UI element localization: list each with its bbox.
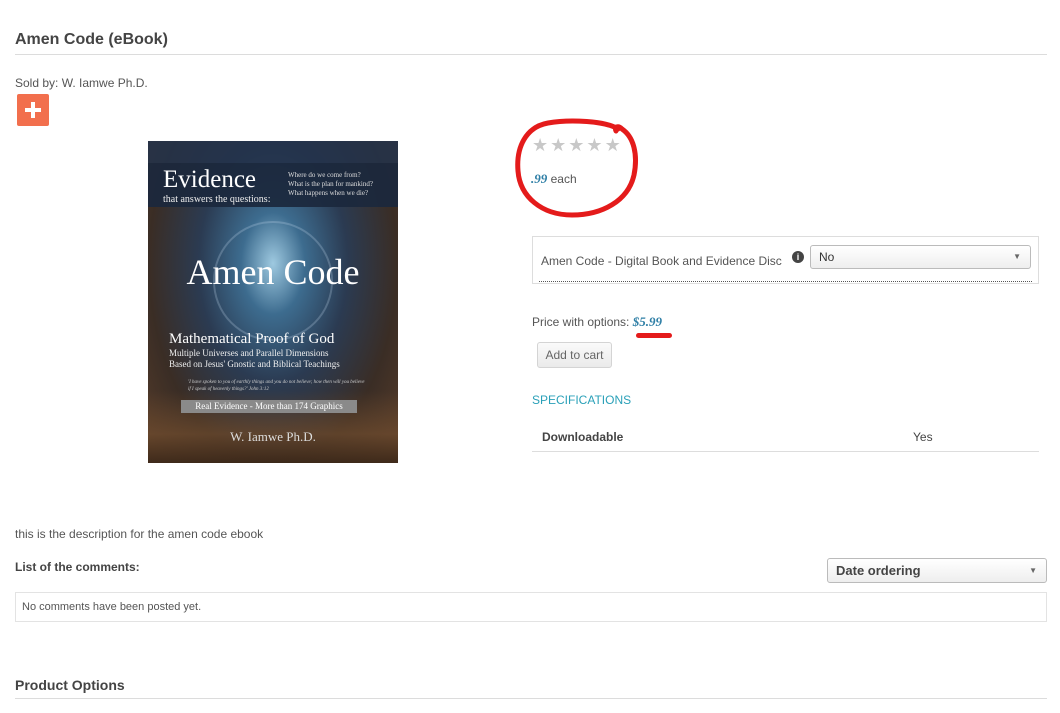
- comments-order-select[interactable]: Date ordering ▼: [827, 558, 1047, 583]
- product-title: Amen Code (eBook): [15, 31, 168, 48]
- cover-questions: Where do we come from? What is the plan …: [288, 171, 398, 198]
- chevron-down-icon: ▼: [1013, 252, 1021, 261]
- spec-value: Yes: [913, 430, 933, 444]
- sold-by-text: Sold by: W. Iamwe Ph.D.: [15, 76, 148, 90]
- cover-book-title: Amen Code: [186, 252, 360, 292]
- title-divider: [15, 54, 1047, 55]
- red-circle-annotation: [515, 118, 638, 218]
- cover-author: W. Iamwe Ph.D.: [230, 429, 316, 444]
- cover-subtitle: that answers the questions:: [163, 194, 271, 205]
- cover-evidence-text: Evidence: [163, 166, 257, 193]
- option-select[interactable]: No ▼: [810, 245, 1031, 269]
- product-options-box: Amen Code - Digital Book and Evidence Di…: [532, 236, 1039, 284]
- cover-quote: 'I have spoken to you of earthly things …: [188, 380, 365, 392]
- cover-question: Where do we come from?: [288, 171, 361, 179]
- add-plus-button[interactable]: [17, 94, 49, 126]
- option-select-value: No: [819, 250, 835, 264]
- spec-key: Downloadable: [542, 430, 624, 444]
- comments-order-value: Date ordering: [836, 563, 921, 578]
- product-options-divider: [15, 698, 1047, 699]
- info-icon[interactable]: i: [792, 251, 804, 263]
- cover-tagline-1: Multiple Universes and Parallel Dimensio…: [169, 348, 329, 358]
- price-with-options: Price with options: $5.99: [532, 314, 662, 330]
- cover-top-band: [148, 141, 398, 163]
- product-description: this is the description for the amen cod…: [15, 527, 264, 541]
- options-divider: [539, 281, 1032, 282]
- book-cover-image[interactable]: Evidence that answers the questions: Whe…: [148, 141, 398, 463]
- comments-list: No comments have been posted yet.: [15, 592, 1047, 622]
- spec-row: Downloadable Yes: [532, 423, 1039, 452]
- chevron-down-icon: ▼: [1029, 566, 1037, 575]
- cover-question: What happens when we die?: [288, 189, 369, 197]
- specifications-heading[interactable]: SPECIFICATIONS: [532, 393, 631, 407]
- cover-proof-text: Mathematical Proof of God: [169, 331, 335, 347]
- red-underline-annotation: [636, 333, 672, 338]
- no-comments-text: No comments have been posted yet.: [22, 601, 202, 613]
- comments-heading: List of the comments:: [15, 560, 140, 574]
- price-with-options-label: Price with options:: [532, 315, 630, 329]
- price-with-options-amount: $5.99: [632, 314, 662, 329]
- option-label: Amen Code - Digital Book and Evidence Di…: [541, 254, 782, 268]
- product-options-heading: Product Options: [15, 677, 125, 693]
- cover-badge: Real Evidence - More than 174 Graphics: [181, 400, 357, 413]
- add-to-cart-button[interactable]: Add to cart: [537, 342, 612, 368]
- cover-tagline-2: Based on Jesus' Gnostic and Biblical Tea…: [169, 359, 340, 369]
- cover-question: What is the plan for mankind?: [288, 180, 373, 188]
